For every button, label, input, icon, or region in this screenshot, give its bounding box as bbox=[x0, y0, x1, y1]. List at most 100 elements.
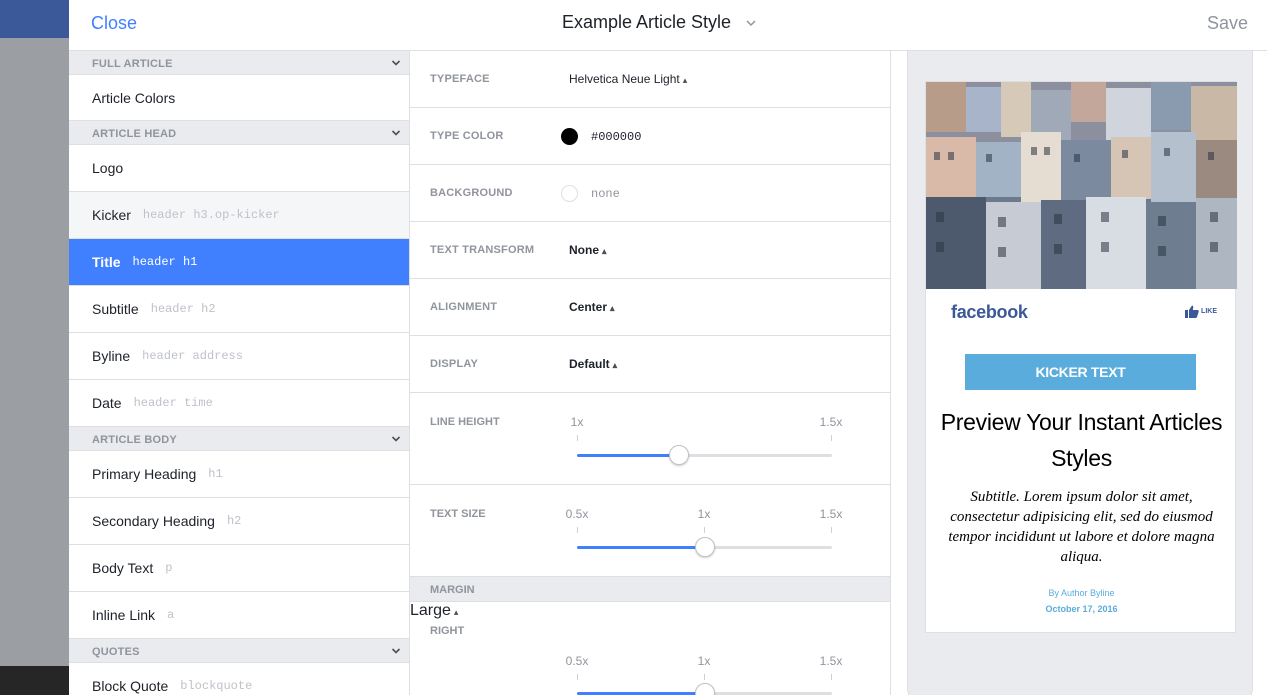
backdrop-bottombar bbox=[0, 666, 69, 695]
up-down-arrows-icon: ▴︎ bbox=[453, 607, 459, 617]
up-down-arrows-icon: ▴︎ bbox=[682, 75, 688, 85]
slider-min-label: 1x bbox=[570, 415, 584, 429]
section-label: FULL ARTICLE bbox=[92, 58, 173, 70]
sidebar-item-byline[interactable]: Byline header address bbox=[69, 333, 409, 380]
chevron-down-icon bbox=[391, 60, 401, 66]
alignment-row: ALIGNMENT Center ▴︎ bbox=[410, 279, 890, 336]
style-selector[interactable]: Example Article Style bbox=[562, 12, 757, 33]
section-label: ARTICLE BODY bbox=[92, 434, 177, 446]
slider-tick bbox=[704, 527, 705, 533]
text-transform-select[interactable]: None ▴︎ bbox=[569, 243, 607, 257]
typeface-select[interactable]: Helvetica Neue Light ▴︎ bbox=[569, 72, 687, 86]
slider-tick bbox=[831, 435, 832, 441]
background-row: BACKGROUND none bbox=[410, 165, 890, 222]
sidebar-item-label: Title bbox=[92, 254, 121, 270]
thumbs-up-icon bbox=[1185, 305, 1199, 318]
css-selector: a bbox=[167, 608, 175, 622]
save-button[interactable]: Save bbox=[1207, 13, 1248, 34]
setting-label: BACKGROUND bbox=[430, 187, 513, 199]
slider-thumb[interactable] bbox=[694, 537, 715, 557]
css-selector: header address bbox=[142, 349, 243, 363]
slider-max-label: 1.5x bbox=[819, 507, 843, 521]
sidebar-item-label: Secondary Heading bbox=[92, 513, 215, 529]
preview-subtitle: Subtitle. Lorem ipsum dolor sit amet, co… bbox=[948, 489, 1215, 565]
sidebar-item-secondary-heading[interactable]: Secondary Heading h2 bbox=[69, 498, 409, 545]
display-select[interactable]: Default ▴︎ bbox=[569, 357, 617, 371]
slider-tick bbox=[831, 527, 832, 533]
preview-title: Preview Your Instant Articles Styles bbox=[940, 409, 1223, 471]
background-color-swatch[interactable] bbox=[561, 185, 578, 202]
preview-date: October 17, 2016 bbox=[1045, 604, 1118, 614]
sidebar-item-primary-heading[interactable]: Primary Heading h1 bbox=[69, 451, 409, 498]
slider-thumb[interactable] bbox=[694, 683, 715, 695]
css-selector: p bbox=[165, 561, 173, 575]
sidebar-item-label: Block Quote bbox=[92, 678, 169, 694]
up-down-arrows-icon: ▴︎ bbox=[610, 303, 615, 313]
line-height-slider[interactable] bbox=[577, 445, 832, 465]
slider-thumb[interactable] bbox=[669, 445, 689, 465]
sidebar-item-block-quote[interactable]: Block Quote blockquote bbox=[69, 663, 409, 695]
setting-label: TEXT SIZE bbox=[430, 508, 486, 520]
slider-min-label: 0.5x bbox=[565, 507, 589, 521]
sidebar-item-body-text[interactable]: Body Text p bbox=[69, 545, 409, 592]
background-color-value[interactable]: none bbox=[591, 187, 620, 201]
setting-label: DISPLAY bbox=[430, 358, 479, 370]
slider-tick bbox=[577, 435, 578, 441]
slider-mid-label: 1x bbox=[697, 654, 711, 668]
line-height-row: LINE HEIGHT 1x 1.5x bbox=[410, 393, 890, 485]
css-selector: header h2 bbox=[150, 302, 216, 316]
slider-min-label: 0.5x bbox=[565, 654, 589, 668]
sidebar-item-label: Date bbox=[92, 395, 122, 411]
type-color-swatch[interactable] bbox=[561, 128, 578, 145]
section-header-article-head[interactable]: ARTICLE HEAD bbox=[69, 121, 409, 145]
sidebar-item-label: Kicker bbox=[92, 207, 131, 223]
css-selector: header h3.op-kicker bbox=[142, 208, 280, 222]
sidebar-item-label: Byline bbox=[92, 348, 131, 364]
slider-max-label: 1.5x bbox=[819, 415, 843, 429]
sidebar-item-title[interactable]: Title header h1 bbox=[69, 239, 409, 286]
typeface-row: TYPEFACE Helvetica Neue Light ▴︎ bbox=[410, 51, 890, 108]
slider-fill bbox=[577, 546, 705, 549]
section-header-full-article[interactable]: FULL ARTICLE bbox=[69, 51, 409, 75]
chevron-down-icon bbox=[391, 436, 401, 442]
css-selector: h2 bbox=[226, 514, 242, 528]
preview-area: facebook LIKE KICKER TEXT Preview Your I… bbox=[891, 51, 1267, 695]
close-button[interactable]: Close bbox=[91, 13, 137, 34]
section-label: ARTICLE HEAD bbox=[92, 128, 177, 140]
margin-right-select[interactable]: Large ▴︎ bbox=[410, 602, 458, 619]
display-value: Default bbox=[569, 357, 610, 371]
section-header-quotes[interactable]: QUOTES bbox=[69, 639, 409, 663]
like-label: LIKE bbox=[1201, 308, 1217, 315]
article-preview: facebook LIKE KICKER TEXT Preview Your I… bbox=[925, 81, 1237, 633]
sidebar-item-kicker[interactable]: Kicker header h3.op-kicker bbox=[69, 192, 409, 239]
sidebar-item-label: Primary Heading bbox=[92, 466, 197, 482]
slider-tick bbox=[577, 527, 578, 533]
preview-byline: By Author Byline bbox=[1048, 588, 1115, 598]
sidebar-item-article-colors[interactable]: Article Colors bbox=[69, 75, 409, 121]
element-sidebar: FULL ARTICLE Article Colors ARTICLE HEAD… bbox=[69, 51, 410, 695]
type-color-row: TYPE COLOR #000000 bbox=[410, 108, 890, 165]
like-button[interactable]: LIKE bbox=[1185, 305, 1217, 318]
sidebar-item-inline-link[interactable]: Inline Link a bbox=[69, 592, 409, 639]
section-label: MARGIN bbox=[430, 584, 475, 596]
slider-max-label: 1.5x bbox=[819, 654, 843, 668]
sidebar-item-logo[interactable]: Logo bbox=[69, 145, 409, 192]
facebook-logo: facebook bbox=[951, 302, 1028, 322]
hero-image bbox=[926, 82, 1237, 289]
setting-label: TYPE COLOR bbox=[430, 130, 504, 142]
sidebar-item-label: Body Text bbox=[92, 560, 154, 576]
style-editor-modal: Close Example Article Style Save FULL AR… bbox=[69, 0, 1267, 695]
type-color-value[interactable]: #000000 bbox=[591, 130, 641, 144]
margin-section-header: MARGIN bbox=[410, 577, 890, 602]
css-selector: header h1 bbox=[132, 255, 198, 269]
text-size-slider[interactable] bbox=[577, 537, 832, 557]
alignment-select[interactable]: Center ▴︎ bbox=[569, 300, 615, 314]
sidebar-item-date[interactable]: Date header time bbox=[69, 380, 409, 427]
css-selector: h1 bbox=[208, 467, 223, 481]
sidebar-item-subtitle[interactable]: Subtitle header h2 bbox=[69, 286, 409, 333]
setting-label: ALIGNMENT bbox=[430, 301, 498, 313]
css-selector: blockquote bbox=[180, 679, 253, 693]
section-header-article-body[interactable]: ARTICLE BODY bbox=[69, 427, 409, 451]
sidebar-item-label: Article Colors bbox=[92, 89, 176, 106]
slider-tick bbox=[831, 674, 832, 680]
